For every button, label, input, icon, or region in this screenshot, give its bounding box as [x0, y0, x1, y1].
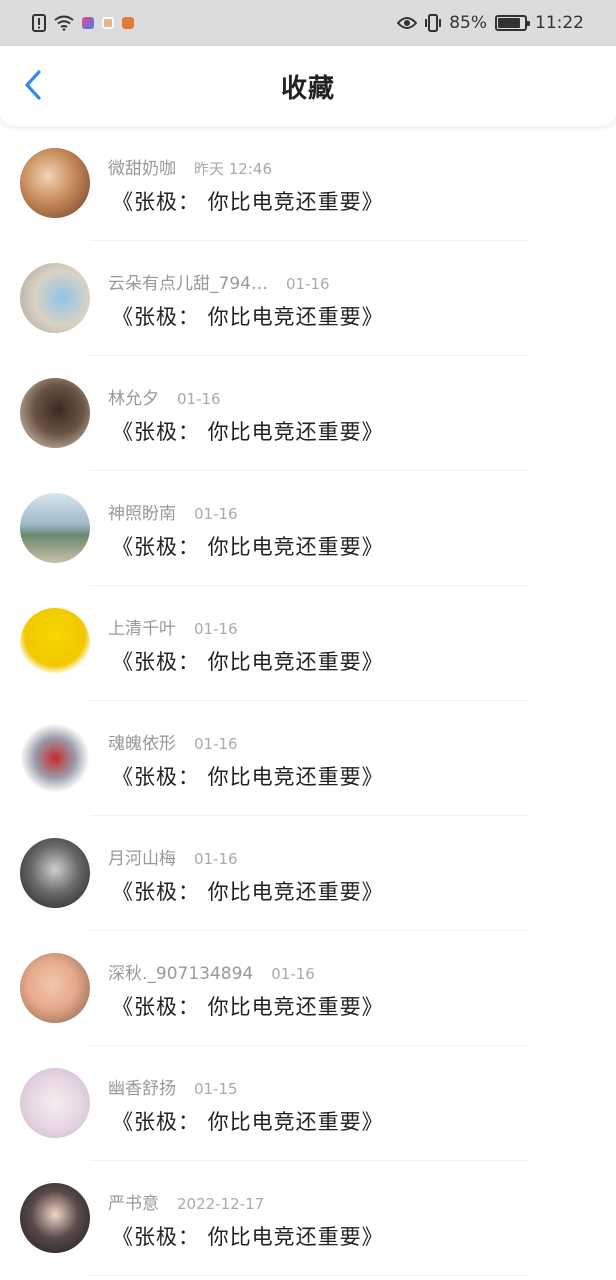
- app-notification-icon: [102, 17, 114, 29]
- back-button[interactable]: [16, 70, 50, 104]
- user-name[interactable]: 云朵有点儿甜_794…: [108, 274, 268, 294]
- list-item[interactable]: 严书意 2022-12-17 《张极： 你比电竞还重要》: [0, 1161, 616, 1276]
- item-meta: 月河山梅 01-16: [108, 844, 238, 869]
- item-meta: 林允夕 01-16: [108, 384, 221, 409]
- item-content[interactable]: 《张极： 你比电竞还重要》: [112, 876, 384, 906]
- item-time: 01-16: [285, 275, 330, 293]
- user-name[interactable]: 林允夕: [108, 389, 159, 409]
- avatar[interactable]: [20, 1183, 90, 1253]
- item-meta: 微甜奶咖 昨天 12:46: [108, 154, 272, 179]
- item-content[interactable]: 《张极： 你比电竞还重要》: [112, 1221, 384, 1251]
- user-name[interactable]: 神照盼南: [108, 504, 176, 524]
- avatar[interactable]: [20, 378, 90, 448]
- item-content[interactable]: 《张极： 你比电竞还重要》: [112, 186, 384, 216]
- user-name[interactable]: 严书意: [108, 1194, 159, 1214]
- list-item[interactable]: 神照盼南 01-16 《张极： 你比电竞还重要》: [0, 471, 616, 586]
- item-meta: 严书意 2022-12-17: [108, 1189, 264, 1214]
- nav-bar: 收藏: [0, 46, 616, 126]
- status-bar-left: [32, 14, 134, 32]
- battery-icon: [495, 15, 530, 31]
- list-item[interactable]: 微甜奶咖 昨天 12:46 《张极： 你比电竞还重要》: [0, 126, 616, 241]
- list-item[interactable]: 林允夕 01-16 《张极： 你比电竞还重要》: [0, 356, 616, 471]
- favorites-list: 微甜奶咖 昨天 12:46 《张极： 你比电竞还重要》 云朵有点儿甜_794… 01-1…: [0, 126, 616, 1276]
- avatar[interactable]: [20, 1068, 90, 1138]
- battery-fill: [498, 18, 521, 28]
- eye-icon: [397, 16, 418, 30]
- item-meta: 云朵有点儿甜_794… 01-16: [108, 269, 330, 294]
- item-content[interactable]: 《张极： 你比电竞还重要》: [112, 1106, 384, 1136]
- item-meta: 深秋._907134894 01-16: [108, 959, 315, 984]
- list-item[interactable]: 上清千叶 01-16 《张极： 你比电竞还重要》: [0, 586, 616, 701]
- item-time: 01-16: [271, 965, 315, 983]
- user-name[interactable]: 上清千叶: [108, 619, 176, 639]
- divider: [90, 1275, 528, 1276]
- avatar[interactable]: [20, 723, 90, 793]
- user-name[interactable]: 魂魄依形: [108, 734, 176, 754]
- item-time: 01-16: [177, 390, 221, 408]
- avatar[interactable]: [20, 493, 90, 563]
- list-item[interactable]: 幽香舒扬 01-15 《张极： 你比电竞还重要》: [0, 1046, 616, 1161]
- avatar[interactable]: [20, 148, 90, 218]
- item-time: 昨天 12:46: [194, 160, 272, 178]
- status-bar-right: 85% 11:22: [397, 13, 584, 33]
- avatar[interactable]: [20, 838, 90, 908]
- item-meta: 神照盼南 01-16: [108, 499, 238, 524]
- list-item[interactable]: 月河山梅 01-16 《张极： 你比电竞还重要》: [0, 816, 616, 931]
- chevron-left-icon: [24, 70, 42, 104]
- status-time: 11:22: [535, 13, 584, 33]
- list-item[interactable]: 深秋._907134894 01-16 《张极： 你比电竞还重要》: [0, 931, 616, 1046]
- item-content[interactable]: 《张极： 你比电竞还重要》: [112, 646, 384, 676]
- item-time: 01-16: [194, 850, 238, 868]
- avatar[interactable]: [20, 263, 90, 333]
- item-content[interactable]: 《张极： 你比电竞还重要》: [112, 416, 384, 446]
- item-time: 2022-12-17: [177, 1195, 265, 1213]
- app-notification-icon: [82, 17, 94, 29]
- avatar[interactable]: [20, 608, 90, 678]
- status-bar: 85% 11:22: [0, 0, 616, 46]
- item-time: 01-16: [194, 505, 238, 523]
- battery-percent: 85%: [449, 13, 487, 33]
- page-title: 收藏: [280, 73, 335, 104]
- item-meta: 上清千叶 01-16: [108, 614, 238, 639]
- item-meta: 幽香舒扬 01-15: [108, 1074, 238, 1099]
- item-content[interactable]: 《张极： 你比电竞还重要》: [112, 991, 384, 1021]
- user-name[interactable]: 幽香舒扬: [108, 1079, 176, 1099]
- item-meta: 魂魄依形 01-16: [108, 729, 238, 754]
- list-item[interactable]: 魂魄依形 01-16 《张极： 你比电竞还重要》: [0, 701, 616, 816]
- list-item[interactable]: 云朵有点儿甜_794… 01-16 《张极： 你比电竞还重要》: [0, 241, 616, 356]
- avatar[interactable]: [20, 953, 90, 1023]
- item-content[interactable]: 《张极： 你比电竞还重要》: [112, 761, 384, 791]
- vibrate-icon: [425, 14, 442, 32]
- item-content[interactable]: 《张极： 你比电竞还重要》: [112, 531, 384, 561]
- user-name[interactable]: 深秋._907134894: [108, 964, 253, 984]
- alert-icon: [32, 14, 46, 32]
- item-content[interactable]: 《张极： 你比电竞还重要》: [112, 301, 384, 331]
- user-name[interactable]: 月河山梅: [108, 849, 176, 869]
- item-time: 01-15: [194, 1080, 238, 1098]
- user-name[interactable]: 微甜奶咖: [108, 159, 176, 179]
- item-time: 01-16: [194, 735, 238, 753]
- wifi-icon: [54, 15, 74, 31]
- item-time: 01-16: [194, 620, 238, 638]
- app-notification-icon: [122, 17, 134, 29]
